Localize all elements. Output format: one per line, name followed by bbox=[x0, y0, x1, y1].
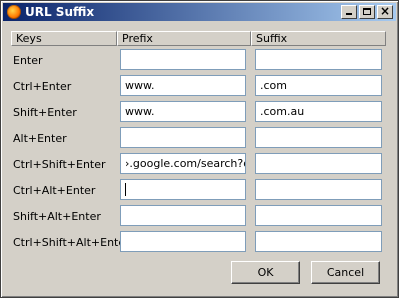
column-header-suffix[interactable]: Suffix bbox=[251, 31, 386, 46]
prefix-input[interactable] bbox=[120, 49, 246, 70]
maximize-button[interactable] bbox=[359, 5, 375, 19]
minimize-icon bbox=[346, 13, 352, 15]
key-label: Ctrl+Shift+Alt+Enter bbox=[13, 236, 130, 249]
suffix-input[interactable] bbox=[255, 179, 382, 200]
prefix-input[interactable]: www. bbox=[120, 101, 246, 122]
key-label: Ctrl+Enter bbox=[13, 80, 72, 93]
column-header-prefix[interactable]: Prefix bbox=[117, 31, 251, 46]
prefix-input[interactable] bbox=[120, 205, 246, 226]
minimize-button[interactable] bbox=[341, 5, 357, 19]
suffix-input[interactable]: .com bbox=[255, 75, 382, 96]
key-label: Shift+Enter bbox=[13, 106, 77, 119]
key-label: Shift+Alt+Enter bbox=[13, 210, 101, 223]
prefix-input[interactable] bbox=[120, 231, 246, 252]
suffix-input[interactable]: .com.au bbox=[255, 101, 382, 122]
window-title: URL Suffix bbox=[25, 5, 95, 19]
suffix-input[interactable] bbox=[255, 205, 382, 226]
url-suffix-dialog: URL Suffix × Keys Prefix Suffix Enter Ct… bbox=[0, 0, 399, 298]
close-icon: × bbox=[379, 4, 391, 18]
prefix-input[interactable]: www. bbox=[120, 75, 246, 96]
cancel-button[interactable]: Cancel bbox=[311, 261, 380, 284]
maximize-icon bbox=[363, 8, 371, 15]
firefox-icon bbox=[7, 5, 21, 19]
title-bar[interactable]: URL Suffix × bbox=[3, 3, 396, 21]
window-controls: × bbox=[341, 4, 393, 19]
key-label: Alt+Enter bbox=[13, 132, 67, 145]
prefix-input[interactable]: ›.google.com/search?q= bbox=[120, 153, 246, 174]
column-header-keys[interactable]: Keys bbox=[11, 31, 117, 46]
suffix-input[interactable] bbox=[255, 49, 382, 70]
suffix-input[interactable] bbox=[255, 153, 382, 174]
key-label: Enter bbox=[13, 54, 43, 67]
ok-button[interactable]: OK bbox=[231, 261, 300, 284]
close-button[interactable]: × bbox=[377, 4, 393, 19]
key-label: Ctrl+Alt+Enter bbox=[13, 184, 96, 197]
suffix-input[interactable] bbox=[255, 127, 382, 148]
text-caret bbox=[125, 182, 126, 196]
prefix-input-focused[interactable] bbox=[120, 179, 246, 200]
prefix-input[interactable] bbox=[120, 127, 246, 148]
suffix-input[interactable] bbox=[255, 231, 382, 252]
key-label: Ctrl+Shift+Enter bbox=[13, 158, 106, 171]
